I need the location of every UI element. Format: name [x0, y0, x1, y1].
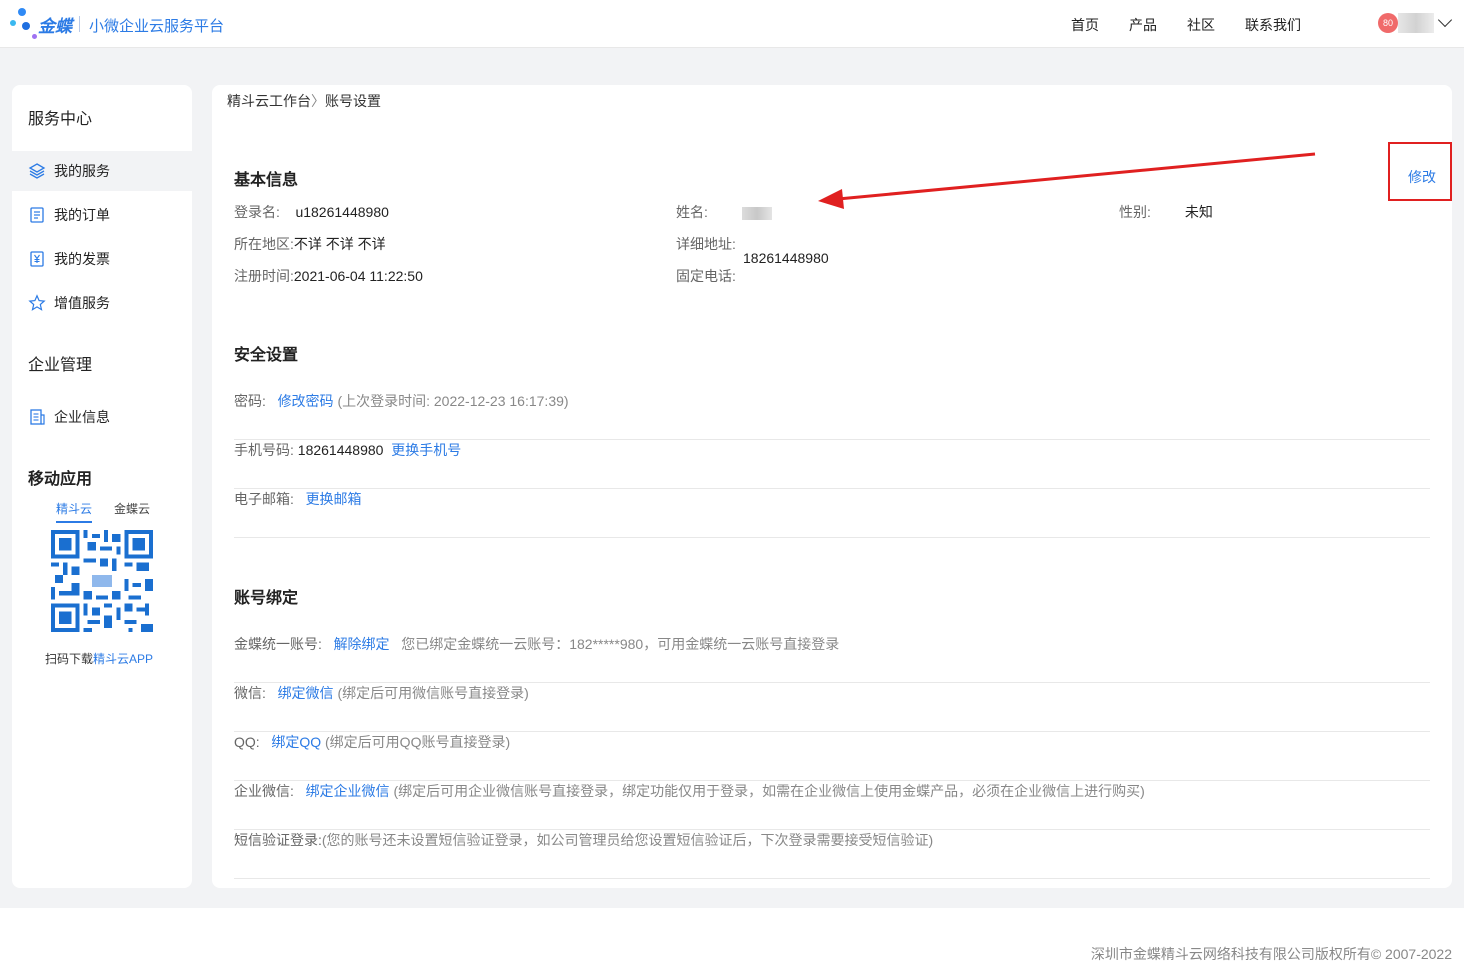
register-time-value: 2021-06-04 11:22:50	[293, 268, 423, 284]
wework-note: (绑定后可用企业微信账号直接登录，绑定功能仅用于登录，如需在企业微信上使用金蝶产…	[393, 783, 1145, 799]
footer: 深圳市金蝶精斗云网络科技有限公司版权所有© 2007-2022	[0, 908, 1464, 967]
building-doc-icon	[30, 409, 45, 425]
document-icon	[30, 207, 44, 223]
name-value-blurred	[741, 206, 772, 220]
change-email-link[interactable]: 更换邮箱	[306, 491, 362, 507]
password-row: 密码: 修改密码 (上次登录时间: 2022-12-23 16:17:39)	[234, 391, 1430, 440]
basic-info-title: 基本信息	[234, 172, 299, 189]
bind-wechat-link[interactable]: 绑定微信	[278, 685, 334, 701]
wework-row: 企业微信: 绑定企业微信 (绑定后可用企业微信账号直接登录，绑定功能仅用于登录，…	[234, 781, 1430, 830]
login-name-field: 登录名: u18261448980	[234, 204, 389, 220]
user-name-blurred[interactable]	[1398, 13, 1434, 33]
sidebar-item-label: 企业信息	[54, 409, 110, 425]
change-password-link[interactable]: 修改密码	[278, 393, 334, 409]
region-field: 所在地区:不详 不详 不详	[234, 236, 386, 252]
brand-subtitle: 小微企业云服务平台	[89, 18, 225, 35]
sms-login-row: 短信验证登录:(您的账号还未设置短信验证登录，如公司管理员给您设置短信验证后，下…	[234, 830, 1430, 879]
sidebar-item-my-invoices[interactable]: 我的发票	[12, 239, 192, 279]
nav-products[interactable]: 产品	[1129, 15, 1157, 35]
sidebar-item-value-added[interactable]: 增值服务	[12, 283, 192, 323]
change-mobile-link[interactable]: 更换手机号	[391, 442, 461, 458]
chevron-down-icon[interactable]	[1437, 12, 1453, 28]
tab-kingdee-cloud[interactable]: 金蝶云	[114, 500, 150, 523]
email-row: 电子邮箱: 更换邮箱	[234, 489, 1430, 538]
sidebar-item-my-orders[interactable]: 我的订单	[12, 195, 192, 235]
edit-basic-info-button[interactable]: 修改	[1408, 167, 1436, 187]
unbind-kingdee-link[interactable]: 解除绑定	[334, 636, 390, 652]
wechat-row: 微信: 绑定微信 (绑定后可用微信账号直接登录)	[234, 683, 1430, 732]
brand-divider	[79, 16, 80, 32]
copyright-text: 深圳市金蝶精斗云网络科技有限公司版权所有© 2007-2022	[1090, 946, 1452, 962]
last-login-note: (上次登录时间: 2022-12-23 16:17:39)	[337, 393, 569, 409]
invoice-yen-icon	[30, 251, 44, 267]
kingdee-binding-note: 您已绑定金蝶统一云账号：182*****980，可用金蝶统一云账号直接登录	[401, 636, 840, 652]
avatar[interactable]: 80	[1378, 13, 1398, 33]
qq-row: QQ: 绑定QQ (绑定后可用QQ账号直接登录)	[234, 732, 1430, 781]
breadcrumb: 精斗云工作台〉账号设置	[227, 91, 381, 111]
sidebar-item-label: 我的发票	[54, 251, 110, 267]
mobile-value: 18261448980	[297, 442, 384, 458]
main-panel: 精斗云工作台〉账号设置 基本信息 修改 登录名: u18261448980 姓名…	[212, 85, 1452, 888]
qr-code-icon	[51, 530, 153, 632]
tab-jingdouyun[interactable]: 精斗云	[56, 500, 93, 523]
kingdee-logo-icon[interactable]	[10, 8, 37, 42]
qq-note: (绑定后可用QQ账号直接登录)	[325, 734, 511, 750]
address-label: 详细地址:	[676, 236, 736, 252]
gender-value: 未知	[1184, 204, 1213, 220]
register-time-field: 注册时间:2021-06-04 11:22:50	[234, 268, 423, 284]
qr-caption-app-link[interactable]: 精斗云APP	[93, 652, 153, 666]
sidebar: 服务中心 我的服务 我的订单 我的发票 增值服务 企业管理 企业信息 移动应用 …	[12, 85, 192, 888]
name-field: 姓名:	[676, 202, 772, 222]
sidebar-item-my-services[interactable]: 我的服务	[12, 151, 192, 191]
user-menu[interactable]: 80	[1378, 12, 1453, 33]
security-title: 安全设置	[234, 347, 299, 364]
nav-home[interactable]: 首页	[1071, 15, 1099, 35]
breadcrumb-current: 账号设置	[325, 93, 381, 109]
account-binding-title: 账号绑定	[234, 590, 299, 607]
bind-qq-link[interactable]: 绑定QQ	[271, 734, 321, 750]
sidebar-item-label: 增值服务	[54, 295, 110, 311]
bind-wework-link[interactable]: 绑定企业微信	[306, 783, 390, 799]
top-nav: 首页 产品 社区 联系我们	[1071, 15, 1301, 35]
fixed-phone-label: 固定电话:	[676, 268, 736, 284]
address-value: 18261448980	[743, 250, 829, 266]
sidebar-group-service-center: 服务中心	[28, 111, 93, 128]
brand-name[interactable]: 金蝶	[38, 12, 72, 37]
nav-community[interactable]: 社区	[1187, 15, 1215, 35]
mobile-app-tabs: 精斗云 金蝶云	[56, 500, 150, 523]
nav-contact[interactable]: 联系我们	[1245, 15, 1301, 35]
wechat-note: (绑定后可用微信账号直接登录)	[337, 685, 529, 701]
qr-caption: 扫码下载精斗云APP	[45, 652, 154, 666]
sidebar-item-label: 我的服务	[54, 163, 110, 179]
kingdee-account-row: 金蝶统一账号: 解除绑定 您已绑定金蝶统一云账号：182*****980，可用金…	[234, 634, 1430, 683]
breadcrumb-separator: 〉	[311, 93, 325, 109]
sidebar-group-enterprise: 企业管理	[28, 357, 93, 374]
star-icon	[28, 294, 46, 311]
region-value: 不详 不详 不详	[293, 236, 386, 252]
mobile-row: 手机号码: 18261448980 更换手机号	[234, 440, 1430, 489]
breadcrumb-root[interactable]: 精斗云工作台	[227, 93, 311, 109]
login-name-value: u18261448980	[295, 204, 389, 220]
sidebar-item-label: 我的订单	[54, 207, 110, 223]
mobile-apps-title: 移动应用	[28, 471, 93, 488]
layers-icon	[28, 163, 46, 179]
gender-field: 性别: 未知	[1119, 204, 1213, 220]
sms-note: (您的账号还未设置短信验证登录，如公司管理员给您设置短信验证后，下次登录需要接受…	[321, 832, 934, 848]
top-header: 金蝶 小微企业云服务平台 首页 产品 社区 联系我们 80	[0, 0, 1464, 48]
sidebar-item-enterprise-info[interactable]: 企业信息	[12, 397, 192, 437]
